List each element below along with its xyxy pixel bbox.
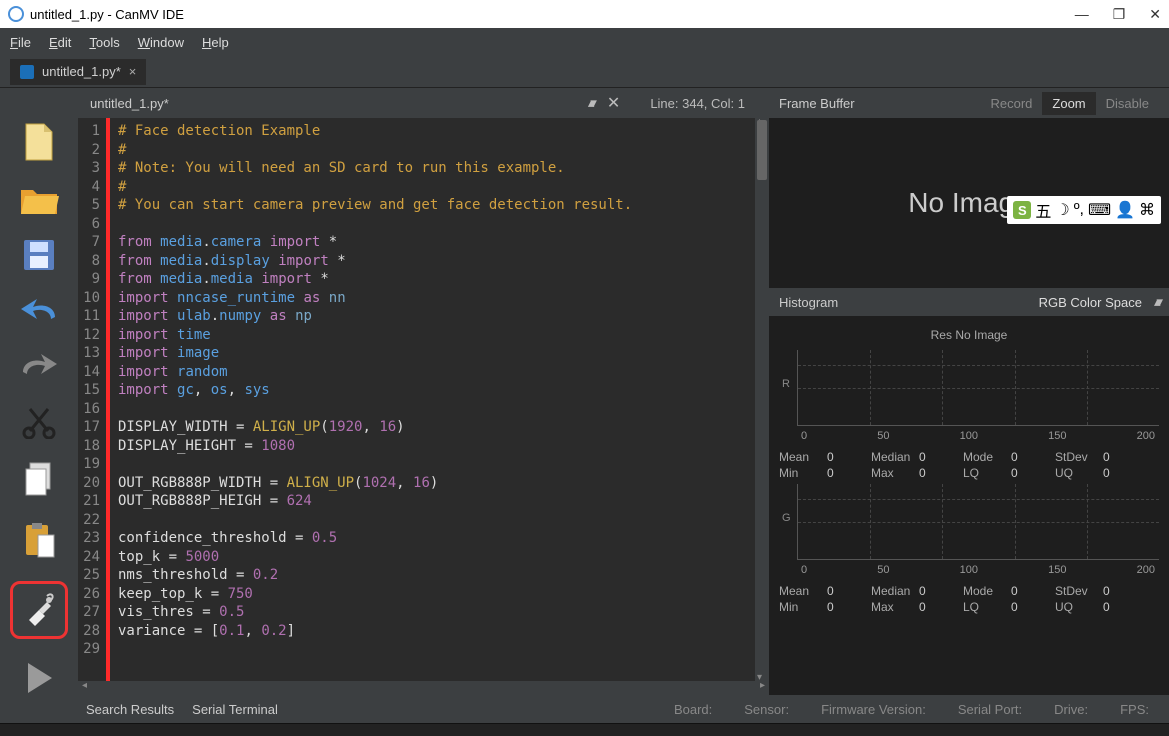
menu-edit[interactable]: Edit <box>49 35 71 50</box>
window-titlebar: untitled_1.py - CanMV IDE — ❐ ✕ <box>0 0 1169 28</box>
editor-filename: untitled_1.py* <box>90 96 588 111</box>
menu-tools[interactable]: Tools <box>89 35 119 50</box>
editor-pane: untitled_1.py* ▴▾ ✕ Line: 344, Col: 1 12… <box>78 88 769 695</box>
tab-label: untitled_1.py* <box>42 64 121 79</box>
status-serial-terminal[interactable]: Serial Terminal <box>192 702 278 717</box>
app-logo-icon <box>8 6 24 22</box>
histogram-chart: R <box>797 350 1159 426</box>
new-file-icon[interactable] <box>19 123 59 161</box>
menu-help[interactable]: Help <box>202 35 229 50</box>
dropdown-icon[interactable]: ▴▾ <box>1154 294 1159 310</box>
editor-split-icon[interactable]: ▴▾ <box>588 95 593 111</box>
window-close-button[interactable]: ✕ <box>1149 6 1161 23</box>
fb-disable-button[interactable]: Disable <box>1096 92 1159 115</box>
menubar: File Edit Tools Window Help <box>0 28 1169 56</box>
stat-row: Mean0Median0Mode0StDev0 <box>779 584 1159 598</box>
framebuffer-view: No Image S 五 ☽ º, ⌨ 👤 ⌘ <box>769 118 1169 288</box>
stat-row: Mean0Median0Mode0StDev0 <box>779 450 1159 464</box>
ime-btn[interactable]: 👤 <box>1115 200 1135 220</box>
ime-btn[interactable]: º, <box>1074 201 1084 219</box>
ime-btn[interactable]: ⌘ <box>1139 200 1155 220</box>
code-content[interactable]: # Face detection Example # # Note: You w… <box>110 118 769 681</box>
ime-logo-icon: S <box>1013 201 1031 219</box>
line-gutter: 1234567891011121314151617181920212223242… <box>78 118 110 681</box>
histogram-chart: G <box>797 484 1159 560</box>
status-fps: FPS: <box>1120 702 1149 717</box>
status-sensor: Sensor: <box>744 702 789 717</box>
code-editor[interactable]: 1234567891011121314151617181920212223242… <box>78 118 769 681</box>
open-folder-icon[interactable] <box>19 183 59 216</box>
stat-row: Min0Max0LQ0UQ0 <box>779 466 1159 480</box>
run-icon[interactable] <box>19 661 59 695</box>
menu-file[interactable]: File <box>10 35 31 50</box>
fb-zoom-button[interactable]: Zoom <box>1042 92 1095 115</box>
editor-close-button[interactable]: ✕ <box>607 93 620 113</box>
histogram-axis: 050100150200 <box>797 428 1159 448</box>
copy-icon[interactable] <box>19 461 59 499</box>
fb-record-button[interactable]: Record <box>980 92 1042 115</box>
histogram-axis: 050100150200 <box>797 562 1159 582</box>
paste-icon[interactable] <box>19 521 59 559</box>
undo-icon[interactable] <box>19 294 59 327</box>
ime-btn[interactable]: ⌨ <box>1088 200 1111 220</box>
connect-icon[interactable] <box>10 581 68 639</box>
editor-header: untitled_1.py* ▴▾ ✕ Line: 344, Col: 1 <box>78 88 769 118</box>
framebuffer-header: Frame Buffer Record Zoom Disable <box>769 88 1169 118</box>
tab-close-button[interactable]: × <box>129 64 137 79</box>
stat-row: Min0Max0LQ0UQ0 <box>779 600 1159 614</box>
status-drive: Drive: <box>1054 702 1088 717</box>
editor-scrollbar-horizontal[interactable] <box>78 681 769 695</box>
window-minimize-button[interactable]: — <box>1075 6 1089 23</box>
os-taskbar <box>0 723 1169 736</box>
ime-btn[interactable]: ☽ <box>1055 200 1069 220</box>
histogram-resolution: Res No Image <box>779 328 1159 342</box>
window-maximize-button[interactable]: ❐ <box>1113 6 1126 23</box>
ime-toolbar[interactable]: S 五 ☽ º, ⌨ 👤 ⌘ <box>1007 196 1161 224</box>
histogram-body: Res No Image R050100150200Mean0Median0Mo… <box>769 316 1169 695</box>
menu-window[interactable]: Window <box>138 35 184 50</box>
histogram-title: Histogram <box>779 295 838 310</box>
editor-scrollbar-vertical[interactable] <box>755 118 769 681</box>
status-serial-port: Serial Port: <box>958 702 1022 717</box>
save-icon[interactable] <box>19 238 59 272</box>
colorspace-select[interactable]: RGB Color Space <box>1039 295 1142 310</box>
ime-btn[interactable]: 五 <box>1035 198 1051 222</box>
status-search-results[interactable]: Search Results <box>86 702 174 717</box>
editor-tab[interactable]: untitled_1.py* × <box>10 59 146 85</box>
framebuffer-title: Frame Buffer <box>779 96 855 111</box>
statusbar: Search Results Serial Terminal Board: Se… <box>0 695 1169 723</box>
left-toolbar <box>0 88 78 695</box>
histogram-header: Histogram RGB Color Space ▴▾ <box>769 288 1169 316</box>
right-panel: Frame Buffer Record Zoom Disable No Imag… <box>769 88 1169 695</box>
status-board: Board: <box>674 702 712 717</box>
editor-linecol: Line: 344, Col: 1 <box>650 96 745 111</box>
cut-icon[interactable] <box>19 405 59 439</box>
python-file-icon <box>20 65 34 79</box>
redo-icon[interactable] <box>19 350 59 383</box>
window-title: untitled_1.py - CanMV IDE <box>30 7 184 22</box>
editor-tabbar: untitled_1.py* × <box>0 56 1169 88</box>
status-firmware: Firmware Version: <box>821 702 926 717</box>
